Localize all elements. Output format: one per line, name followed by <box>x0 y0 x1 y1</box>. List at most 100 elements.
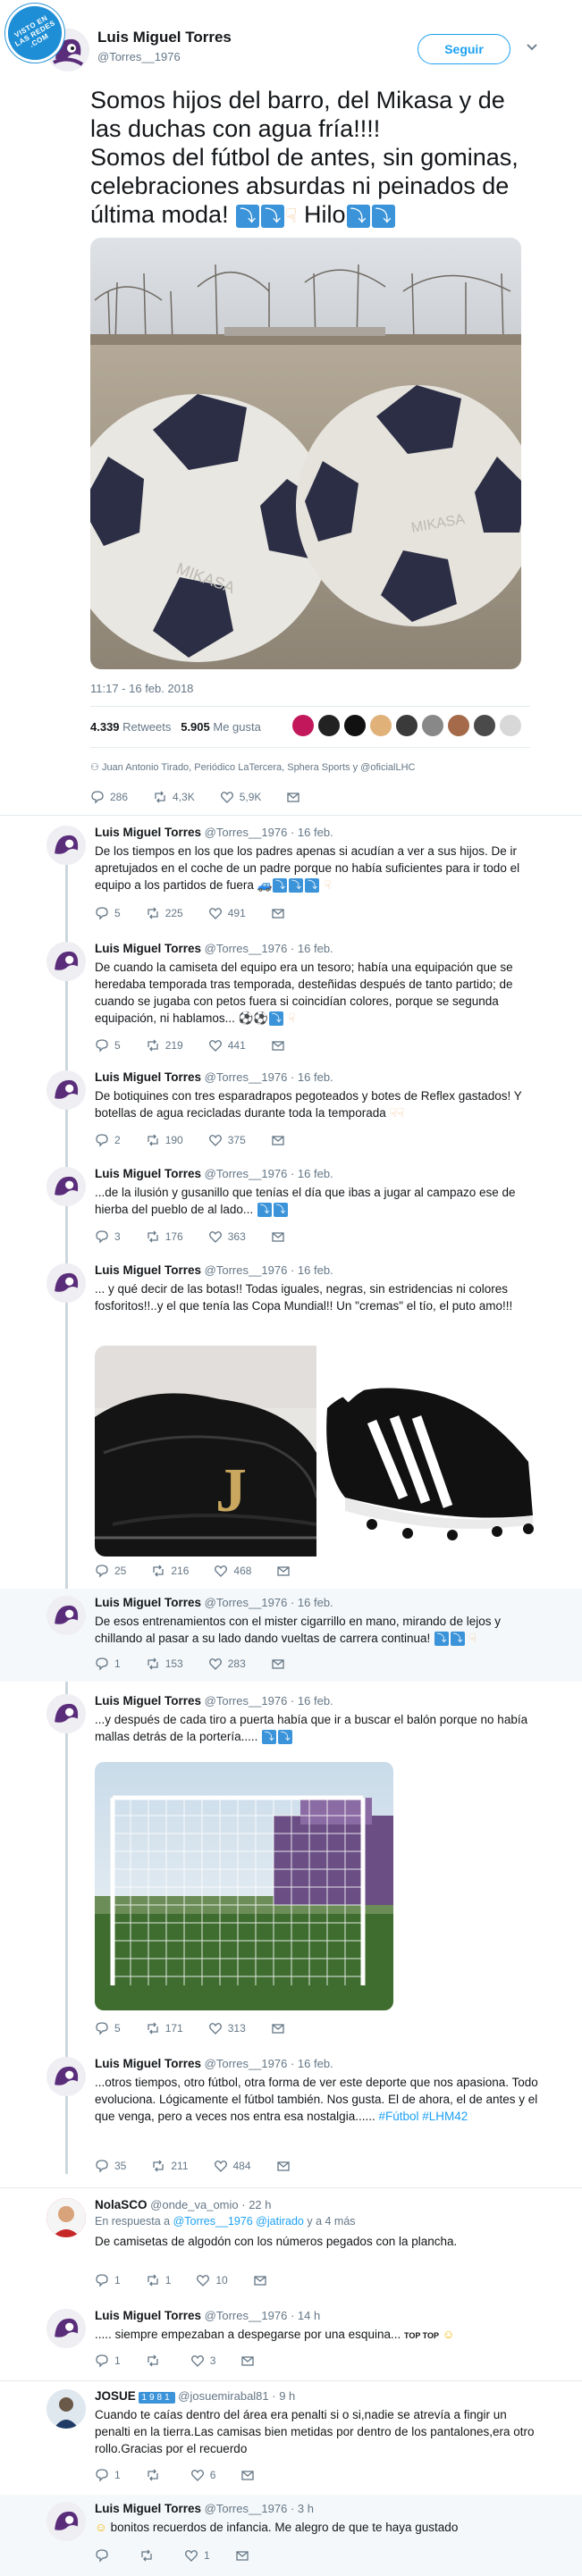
like-button[interactable]: 313 <box>208 2021 246 2035</box>
message-button[interactable] <box>276 1564 291 1578</box>
follow-button[interactable]: Seguir <box>418 34 510 64</box>
thread-tweet[interactable]: Luis Miguel Torres @Torres__1976 · 16 fe… <box>0 1687 582 2044</box>
message-button[interactable] <box>240 2354 255 2368</box>
divider <box>0 815 582 816</box>
message-button[interactable] <box>235 2548 249 2563</box>
thread-tweet[interactable]: Luis Miguel Torres @Torres__1976 · 16 fe… <box>0 935 582 1063</box>
message-button[interactable] <box>271 1038 285 1053</box>
avatar[interactable] <box>46 2309 86 2348</box>
reply-button[interactable] <box>95 2548 114 2563</box>
reply-button[interactable]: 1 <box>95 1657 121 1671</box>
avatar[interactable] <box>46 1694 86 1733</box>
tweet-photo-goal[interactable] <box>95 1762 393 2010</box>
reply-context: En respuesta a @Torres__1976 @jatirado y… <box>95 2215 356 2228</box>
avatar[interactable] <box>46 1596 86 1635</box>
thread-tweet[interactable]: Luis Miguel Torres @Torres__1976 · 16 fe… <box>0 1063 582 1160</box>
avatar[interactable] <box>421 714 444 737</box>
retweet-button[interactable] <box>139 2548 159 2563</box>
reply-button[interactable]: 5 <box>95 2021 121 2035</box>
retweet-button[interactable]: 1 <box>146 2273 171 2287</box>
like-button[interactable]: 491 <box>208 906 246 920</box>
avatar[interactable] <box>46 1167 86 1206</box>
retweet-button[interactable]: 190 <box>146 1133 183 1147</box>
tweet-photos-boots[interactable]: J <box>95 1346 540 1557</box>
like-button[interactable]: 1 <box>184 2548 210 2563</box>
thread-tweet[interactable]: Luis Miguel Torres @Torres__1976 · 16 fe… <box>0 1256 582 1589</box>
like-button[interactable]: 441 <box>208 1038 246 1053</box>
message-button[interactable] <box>253 2273 267 2287</box>
avatar[interactable] <box>473 714 496 737</box>
message-button[interactable] <box>271 2021 285 2035</box>
message-button[interactable] <box>271 906 285 920</box>
reply-button[interactable]: 1 <box>95 2354 121 2368</box>
reply-tweet[interactable]: JOSUE 1981 @josuemirabal81 · 9 h Cuando … <box>0 2382 582 2493</box>
reply-button[interactable]: 1 <box>95 2468 121 2482</box>
chevron-down-icon[interactable] <box>526 41 540 55</box>
like-button[interactable]: 468 <box>214 1564 251 1578</box>
message-button[interactable] <box>286 790 300 804</box>
like-button[interactable]: 363 <box>208 1229 246 1244</box>
reply-tweet[interactable]: NolaSCO @onde_va_omio · 22 h En respuest… <box>0 2191 582 2300</box>
retweet-button[interactable]: 153 <box>146 1657 183 1671</box>
retweet-button[interactable]: 171 <box>146 2021 183 2035</box>
thread-tweet[interactable]: Luis Miguel Torres @Torres__1976 · 16 fe… <box>0 1160 582 1256</box>
retweet-icon <box>148 2274 158 2287</box>
retweet-button[interactable]: 219 <box>146 1038 183 1053</box>
avatar[interactable] <box>46 2198 86 2237</box>
retweet-button[interactable] <box>146 2354 165 2368</box>
retweet-button[interactable]: 211 <box>151 2159 189 2173</box>
avatar[interactable] <box>291 714 315 737</box>
reply-button[interactable]: 35 <box>95 2159 126 2173</box>
tweet-photo-balls[interactable]: MIKASA MIKASA <box>90 238 521 669</box>
avatar[interactable] <box>395 714 418 737</box>
message-button[interactable] <box>271 1657 285 1671</box>
thread-tweet[interactable]: Luis Miguel Torres @Torres__1976 · 16 fe… <box>0 818 582 935</box>
retweet-button[interactable]: 216 <box>151 1564 189 1578</box>
author-name[interactable]: Luis Miguel Torres <box>97 29 232 46</box>
avatar[interactable] <box>46 942 86 981</box>
avatar[interactable] <box>343 714 367 737</box>
like-button[interactable]: 375 <box>208 1133 246 1147</box>
reply-button[interactable]: 5 <box>95 906 121 920</box>
reply-tweet[interactable]: Luis Miguel Torres @Torres__1976 · 3 h ☺… <box>0 2495 582 2575</box>
reply-button[interactable]: 286 <box>90 790 128 804</box>
hashtag-link[interactable]: #Fútbol #LHM42 <box>378 2110 468 2123</box>
avatar[interactable] <box>369 714 392 737</box>
avatar[interactable] <box>499 714 522 737</box>
like-button[interactable]: 5,9K <box>220 790 261 804</box>
avatar[interactable] <box>46 2389 86 2429</box>
hand-pointing-down-icon: ☟ <box>468 1632 477 1645</box>
like-button[interactable]: 10 <box>196 2273 228 2287</box>
reply-button[interactable]: 5 <box>95 1038 121 1053</box>
reply-button[interactable]: 3 <box>95 1229 121 1244</box>
thread-tweet[interactable]: Luis Miguel Torres @Torres__1976 · 16 fe… <box>0 1589 582 1682</box>
tweet-stats: 4.339 Retweets 5.905 Me gusta <box>90 720 261 734</box>
avatar[interactable] <box>46 1070 86 1110</box>
reply-button[interactable]: 1 <box>95 2273 121 2287</box>
avatar[interactable] <box>447 714 470 737</box>
avatar[interactable] <box>317 714 341 737</box>
avatar[interactable] <box>46 826 86 865</box>
retweet-button[interactable]: 225 <box>146 906 183 920</box>
retweet-button[interactable]: 176 <box>146 1229 183 1244</box>
message-button[interactable] <box>276 2159 291 2173</box>
like-button[interactable]: 3 <box>190 2354 215 2368</box>
author-handle[interactable]: @Torres__1976 <box>97 50 181 63</box>
avatar[interactable] <box>46 2057 86 2096</box>
retweet-button[interactable]: 4,3K <box>153 790 195 804</box>
message-button[interactable] <box>240 2468 255 2482</box>
message-button[interactable] <box>271 1229 285 1244</box>
like-button[interactable]: 6 <box>190 2468 215 2482</box>
heart-icon <box>208 1040 222 1052</box>
avatar[interactable] <box>46 1263 86 1303</box>
like-button[interactable]: 484 <box>214 2159 251 2173</box>
avatar[interactable] <box>46 2502 86 2541</box>
like-button[interactable]: 283 <box>208 1657 246 1671</box>
message-button[interactable] <box>271 1133 285 1147</box>
reply-button[interactable]: 25 <box>95 1564 126 1578</box>
retweet-button[interactable] <box>146 2468 165 2482</box>
tweet-timestamp[interactable]: 11:17 - 16 feb. 2018 <box>90 682 193 695</box>
thread-tweet[interactable]: Luis Miguel Torres @Torres__1976 · 16 fe… <box>0 2050 582 2184</box>
reply-button[interactable]: 2 <box>95 1133 121 1147</box>
reply-tweet[interactable]: Luis Miguel Torres @Torres__1976 · 14 h … <box>0 2302 582 2379</box>
